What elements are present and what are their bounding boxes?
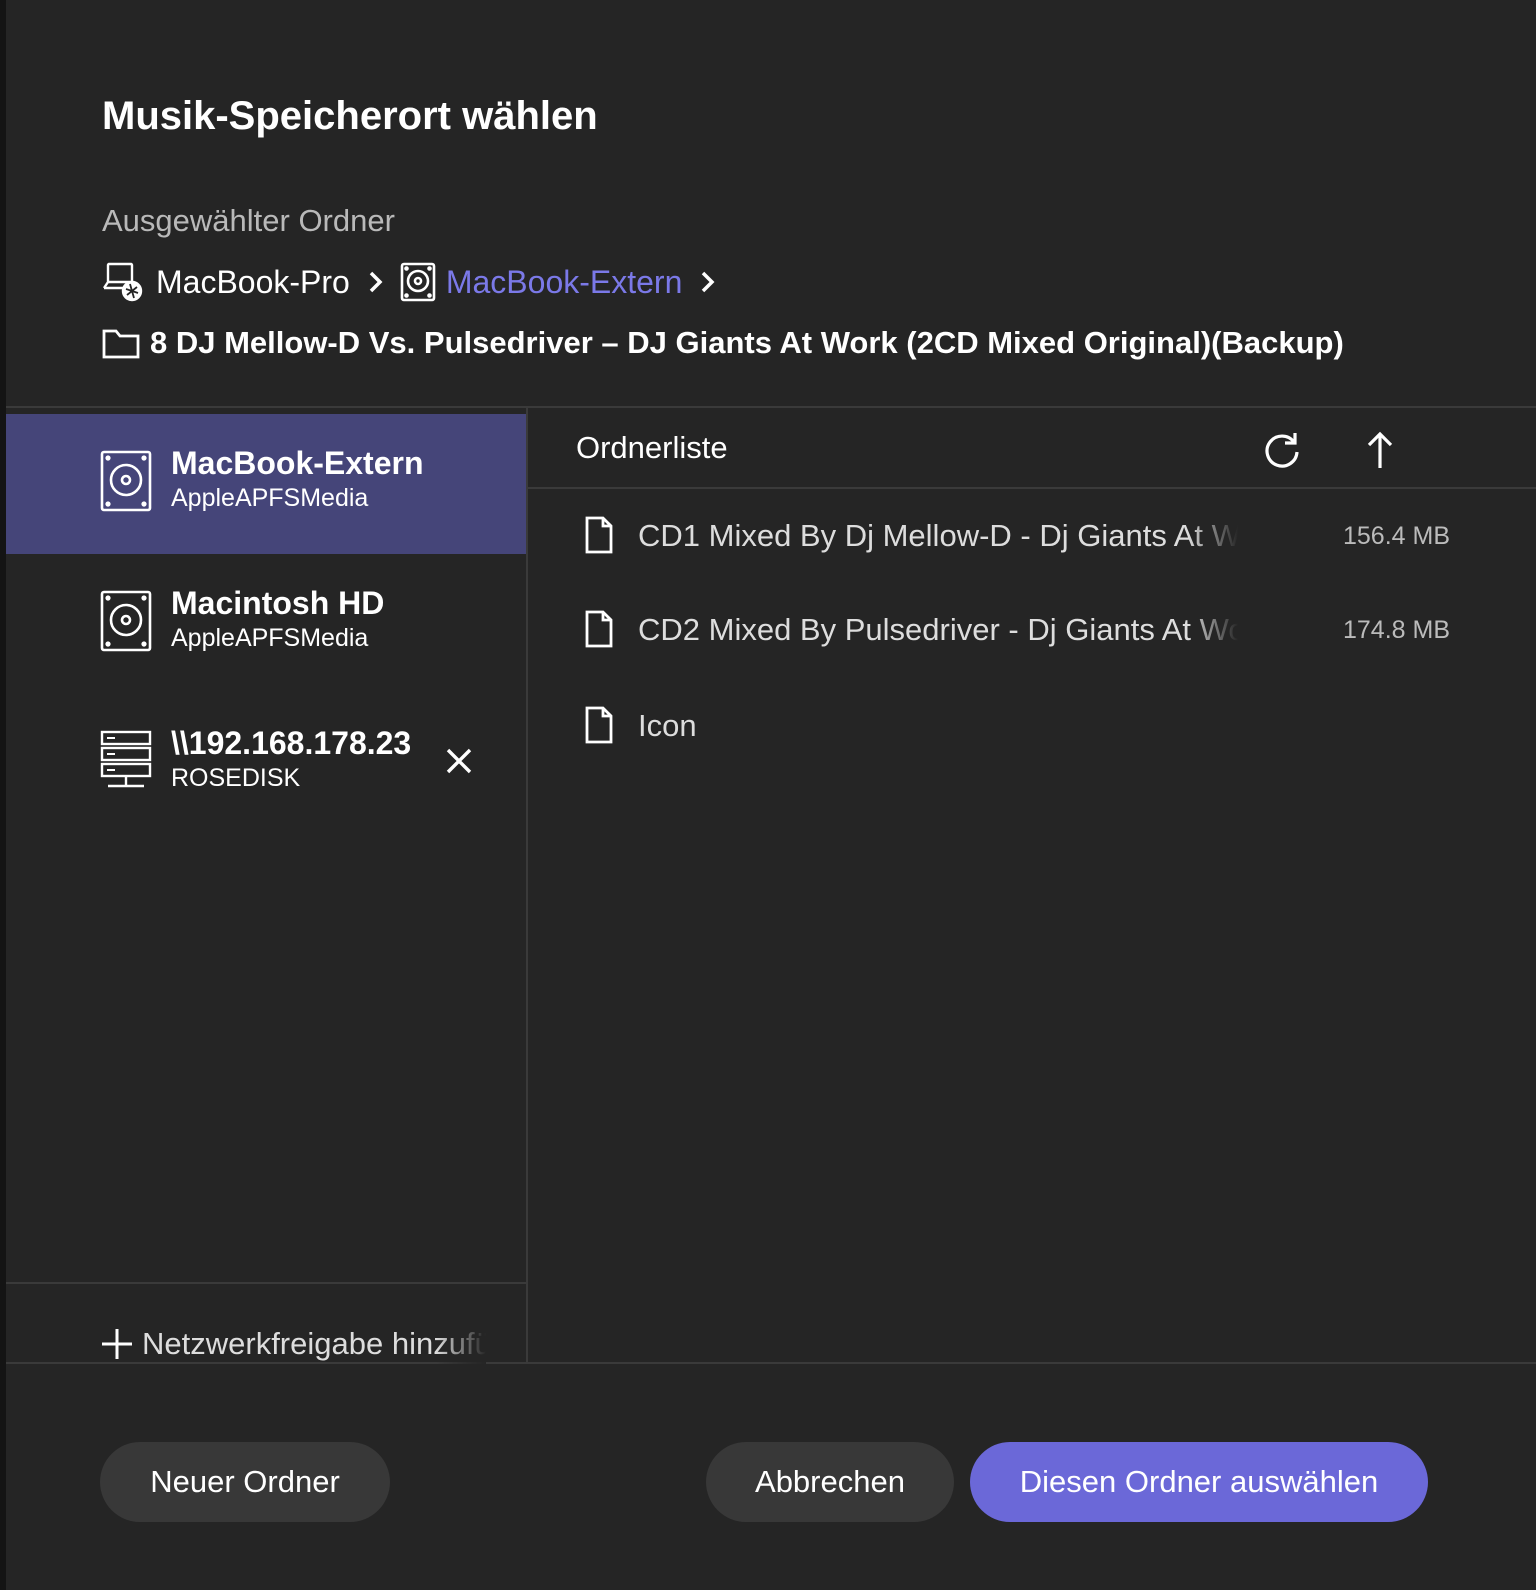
divider <box>6 406 1536 408</box>
text-fade <box>436 1320 486 1368</box>
file-name: CD2 Mixed By Pulsedriver - Dj Giants At … <box>638 612 1238 647</box>
file-icon <box>584 516 614 559</box>
chevron-right-icon <box>700 269 716 295</box>
breadcrumb-item-macbook-extern[interactable]: MacBook-Extern <box>400 262 683 302</box>
file-name: CD1 Mixed By Dj Mellow-D - Dj Giants At … <box>638 518 1238 553</box>
file-size: 156.4 MB <box>1342 521 1450 550</box>
hard-drive-icon <box>400 262 436 302</box>
drive-name: Macintosh HD <box>171 585 385 621</box>
drive-name: MacBook-Extern <box>171 445 424 481</box>
drive-text: \\192.168.178.23 ROSEDISK <box>171 724 411 794</box>
divider <box>526 487 1536 489</box>
file-row[interactable]: Icon <box>576 694 1476 758</box>
file-name-container: CD2 Mixed By Pulsedriver - Dj Giants At … <box>638 598 1238 662</box>
drive-item-network-share[interactable]: \\192.168.178.23 ROSEDISK <box>6 694 526 834</box>
chevron-right-icon <box>368 269 384 295</box>
file-name: Icon <box>638 708 697 743</box>
file-icon <box>584 706 614 749</box>
parent-folder-button[interactable] <box>1358 430 1402 474</box>
breadcrumb-label: MacBook-Extern <box>445 263 683 300</box>
selected-folder-label: Ausgewählter Ordner <box>102 203 395 238</box>
hard-drive-icon <box>100 590 152 657</box>
current-folder-name: 8 DJ Mellow-D Vs. Pulsedriver – DJ Giant… <box>150 325 1344 360</box>
refresh-icon <box>1262 430 1302 475</box>
computer-network-icon <box>102 261 146 303</box>
text-fade <box>1188 504 1238 568</box>
drive-item-macbook-extern[interactable]: MacBook-Extern AppleAPFSMedia <box>6 414 526 554</box>
file-size: 174.8 MB <box>1342 615 1450 644</box>
file-row[interactable]: CD2 Mixed By Pulsedriver - Dj Giants At … <box>576 598 1476 662</box>
new-folder-button[interactable]: Neuer Ordner <box>100 1442 390 1522</box>
drive-list: MacBook-Extern AppleAPFSMedia Macintosh … <box>6 414 526 834</box>
drive-type: ROSEDISK <box>171 764 301 792</box>
drive-text: MacBook-Extern AppleAPFSMedia <box>171 444 424 514</box>
breadcrumb-item-macbook-pro[interactable]: MacBook-Pro <box>102 261 350 303</box>
drive-type: AppleAPFSMedia <box>171 624 369 652</box>
plus-icon <box>100 1327 134 1361</box>
add-network-share-button[interactable]: Netzwerkfreigabe hinzufügen <box>100 1320 486 1368</box>
arrow-up-icon <box>1365 430 1395 475</box>
current-folder-path: 8 DJ Mellow-D Vs. Pulsedriver – DJ Giant… <box>102 318 1344 368</box>
network-server-icon <box>100 730 152 797</box>
music-location-dialog: Musik-Speicherort wählen Ausgewählter Or… <box>6 0 1536 1590</box>
file-icon <box>584 610 614 653</box>
dialog-title: Musik-Speicherort wählen <box>102 94 598 138</box>
file-row[interactable]: CD1 Mixed By Dj Mellow-D - Dj Giants At … <box>576 504 1476 568</box>
breadcrumb: MacBook-Pro MacBook-Extern <box>102 256 732 308</box>
text-fade <box>1188 598 1238 662</box>
drive-item-macintosh-hd[interactable]: Macintosh HD AppleAPFSMedia <box>6 554 526 694</box>
refresh-button[interactable] <box>1260 430 1304 474</box>
drive-name: \\192.168.178.23 <box>171 725 412 761</box>
drive-text: Macintosh HD AppleAPFSMedia <box>171 584 384 654</box>
add-share-label: Netzwerkfreigabe hinzufügen <box>142 1326 486 1361</box>
divider <box>6 1282 526 1284</box>
drive-type: AppleAPFSMedia <box>171 484 369 512</box>
folder-list-header: Ordnerliste <box>576 430 728 465</box>
file-name-container: CD1 Mixed By Dj Mellow-D - Dj Giants At … <box>638 504 1238 568</box>
hard-drive-icon <box>100 450 152 517</box>
remove-share-close-icon[interactable] <box>444 746 474 776</box>
file-name-container: Icon <box>638 694 1238 758</box>
folder-icon <box>102 327 140 359</box>
breadcrumb-label: MacBook-Pro <box>156 263 350 300</box>
cancel-button[interactable]: Abbrechen <box>706 1442 954 1522</box>
select-folder-button[interactable]: Diesen Ordner auswählen <box>970 1442 1428 1522</box>
divider <box>526 406 528 1364</box>
